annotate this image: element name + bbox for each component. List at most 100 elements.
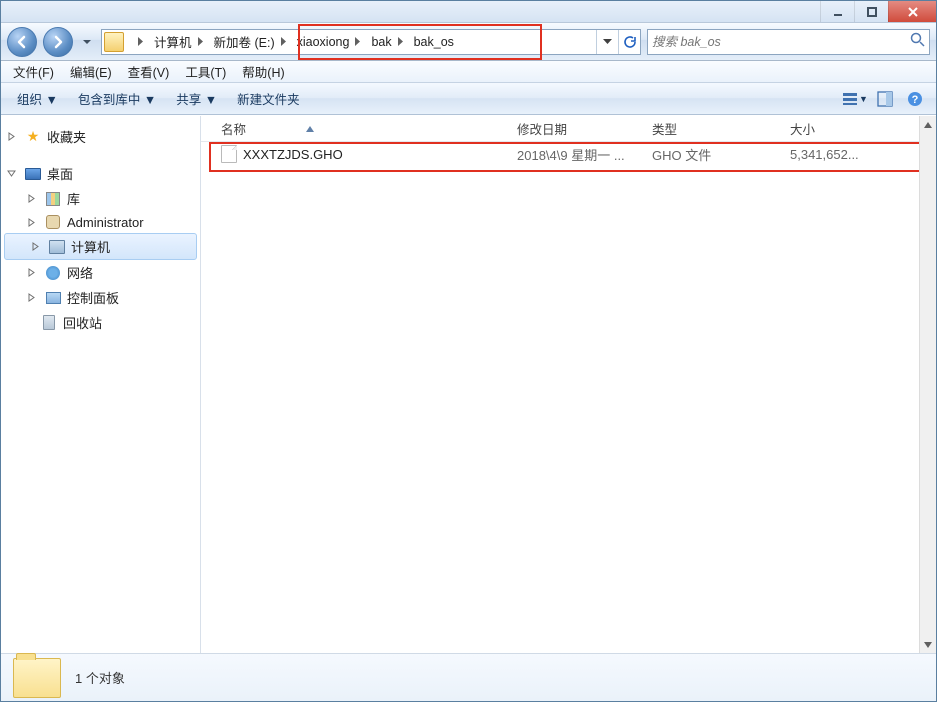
menu-view[interactable]: 查看(V) xyxy=(120,60,178,83)
explorer-body: ★ 收藏夹 桌面 库 Administrator xyxy=(1,115,936,653)
navigation-pane: ★ 收藏夹 桌面 库 Administrator xyxy=(1,116,201,653)
menu-help[interactable]: 帮助(H) xyxy=(234,60,292,83)
vertical-scrollbar[interactable] xyxy=(919,116,936,653)
column-header-date[interactable]: 修改日期 xyxy=(509,115,644,142)
sidebar-item-label: 网络 xyxy=(67,263,93,282)
desktop-icon xyxy=(25,166,41,182)
sidebar-item-label: 控制面板 xyxy=(67,288,119,307)
control-panel-icon xyxy=(45,290,61,306)
column-header-type[interactable]: 类型 xyxy=(644,115,782,142)
expander-icon[interactable] xyxy=(5,168,17,180)
toolbar-include-in-library[interactable]: 包含到库中 ▼ xyxy=(70,85,164,112)
nav-back-button[interactable] xyxy=(7,27,37,57)
network-icon xyxy=(45,265,61,281)
sidebar-item-desktop[interactable]: 桌面 xyxy=(1,161,200,186)
file-row[interactable]: XXXTZJDS.GHO 2018\4\9 星期一 ... GHO 文件 5,3… xyxy=(201,142,936,166)
toolbar-view-mode[interactable]: ▼ xyxy=(842,88,868,110)
sort-indicator-icon xyxy=(306,122,314,136)
refresh-button[interactable] xyxy=(618,30,640,54)
expander-icon[interactable] xyxy=(5,131,17,143)
library-icon xyxy=(45,191,61,207)
sidebar-item-computer[interactable]: 计算机 xyxy=(4,233,197,260)
sidebar-item-network[interactable]: 网络 xyxy=(1,260,200,285)
sidebar-item-label: 收藏夹 xyxy=(47,127,86,146)
user-icon xyxy=(45,214,61,230)
toolbar-label: 新建文件夹 xyxy=(237,89,300,108)
column-label: 大小 xyxy=(790,123,815,137)
scroll-up-button[interactable] xyxy=(920,116,936,133)
nav-history-dropdown[interactable] xyxy=(79,38,95,46)
status-object-count: 1 个对象 xyxy=(75,668,125,687)
sidebar-item-library[interactable]: 库 xyxy=(1,186,200,211)
address-bar[interactable]: 计算机 新加卷 (E:) xiaoxiong bak bak_os xyxy=(101,29,641,55)
toolbar-help[interactable]: ? xyxy=(902,88,928,110)
toolbar-label: 组织 ▼ xyxy=(17,89,58,108)
column-headers: 名称 修改日期 类型 大小 xyxy=(201,116,936,142)
expander-icon[interactable] xyxy=(25,216,37,228)
folder-large-icon xyxy=(13,658,61,698)
nav-forward-button[interactable] xyxy=(43,27,73,57)
file-name: XXXTZJDS.GHO xyxy=(243,147,343,162)
toolbar-label: 包含到库中 ▼ xyxy=(78,89,156,108)
menu-tools[interactable]: 工具(T) xyxy=(177,60,234,83)
expander-icon[interactable] xyxy=(29,241,41,253)
folder-icon xyxy=(104,32,124,52)
sidebar-item-recycle-bin[interactable]: 回收站 xyxy=(1,310,200,335)
breadcrumb-xiaoxiong[interactable]: xiaoxiong xyxy=(291,30,366,54)
command-bar: 组织 ▼ 包含到库中 ▼ 共享 ▼ 新建文件夹 ▼ ? xyxy=(1,83,936,115)
search-box[interactable] xyxy=(647,29,930,55)
titlebar xyxy=(1,1,936,23)
search-input[interactable] xyxy=(652,35,910,49)
breadcrumb-volume-e[interactable]: 新加卷 (E:) xyxy=(208,30,291,54)
sidebar-item-label: 回收站 xyxy=(63,313,102,332)
toolbar-new-folder[interactable]: 新建文件夹 xyxy=(229,85,308,112)
maximize-button[interactable] xyxy=(854,1,888,22)
breadcrumb-label: 计算机 xyxy=(154,32,192,51)
menu-file[interactable]: 文件(F) xyxy=(5,60,62,83)
close-button[interactable] xyxy=(888,1,936,22)
sidebar-item-favorites[interactable]: ★ 收藏夹 xyxy=(1,124,200,149)
svg-text:?: ? xyxy=(912,94,919,106)
column-header-size[interactable]: 大小 xyxy=(782,115,902,142)
breadcrumb-label: bak_os xyxy=(414,35,454,49)
star-icon: ★ xyxy=(25,129,41,145)
sidebar-item-label: 桌面 xyxy=(47,164,73,183)
column-label: 修改日期 xyxy=(517,123,567,137)
minimize-button[interactable] xyxy=(820,1,854,22)
breadcrumb-label: bak xyxy=(371,35,391,49)
search-icon xyxy=(910,32,925,52)
column-label: 类型 xyxy=(652,123,677,137)
sidebar-item-label: 库 xyxy=(67,189,80,208)
address-dropdown[interactable] xyxy=(596,30,618,54)
recycle-bin-icon xyxy=(41,315,57,331)
breadcrumb-label: xiaoxiong xyxy=(297,35,350,49)
file-icon xyxy=(221,145,237,163)
scroll-down-button[interactable] xyxy=(920,636,936,653)
expander-icon[interactable] xyxy=(25,193,37,205)
breadcrumb-root-chevron[interactable] xyxy=(126,30,148,54)
explorer-window: 计算机 新加卷 (E:) xiaoxiong bak bak_os 文件(F) … xyxy=(0,0,937,702)
toolbar-label: 共享 ▼ xyxy=(176,89,217,108)
sidebar-item-administrator[interactable]: Administrator xyxy=(1,211,200,233)
breadcrumb-bak-os[interactable]: bak_os xyxy=(408,30,458,54)
navigation-bar: 计算机 新加卷 (E:) xiaoxiong bak bak_os xyxy=(1,23,936,61)
file-list: XXXTZJDS.GHO 2018\4\9 星期一 ... GHO 文件 5,3… xyxy=(201,142,936,653)
expander-icon[interactable] xyxy=(25,267,37,279)
sidebar-item-label: Administrator xyxy=(67,215,144,230)
column-label: 名称 xyxy=(221,119,246,138)
toolbar-share[interactable]: 共享 ▼ xyxy=(168,85,225,112)
menu-bar: 文件(F) 编辑(E) 查看(V) 工具(T) 帮助(H) xyxy=(1,61,936,83)
menu-edit[interactable]: 编辑(E) xyxy=(62,60,120,83)
sidebar-item-control-panel[interactable]: 控制面板 xyxy=(1,285,200,310)
file-list-pane: 名称 修改日期 类型 大小 XXXTZJDS.GHO 2018\4\9 星期一 … xyxy=(201,116,936,653)
file-date: 2018\4\9 星期一 ... xyxy=(509,143,644,166)
column-header-name[interactable]: 名称 xyxy=(213,115,509,142)
file-size: 5,341,652... xyxy=(782,145,902,164)
toolbar-organize[interactable]: 组织 ▼ xyxy=(9,85,66,112)
breadcrumb-computer[interactable]: 计算机 xyxy=(148,30,208,54)
toolbar-preview-pane[interactable] xyxy=(872,88,898,110)
expander-icon[interactable] xyxy=(25,292,37,304)
breadcrumb-bak[interactable]: bak xyxy=(365,30,407,54)
sidebar-item-label: 计算机 xyxy=(71,237,110,256)
status-bar: 1 个对象 xyxy=(1,653,936,701)
